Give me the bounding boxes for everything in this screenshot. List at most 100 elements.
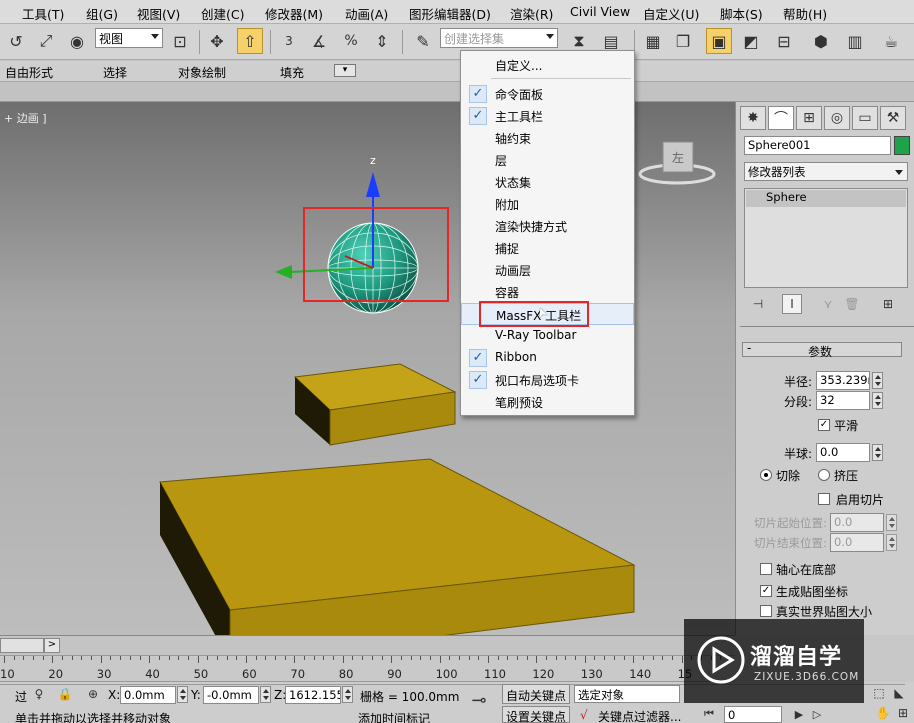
menu-tools[interactable]: 工具(T) <box>22 4 64 23</box>
tab-object-paint[interactable]: 对象绘制 <box>178 64 226 81</box>
x-spinner[interactable] <box>177 686 188 703</box>
context-menu-item[interactable]: ✓ Ribbon <box>461 347 634 369</box>
move-gizmo-icon[interactable]: ✥ <box>204 28 230 54</box>
parameters-rollout-header[interactable]: - 参数 <box>742 341 902 359</box>
y-spinner[interactable] <box>260 686 271 703</box>
radius-field[interactable]: 353.239m <box>816 371 870 390</box>
context-menu-item[interactable]: 动画层 <box>461 259 634 281</box>
orbit-icon[interactable]: ✋ <box>874 704 892 722</box>
context-menu-item[interactable]: 自定义... <box>461 54 634 76</box>
y-coord-field[interactable]: -0.0mm <box>203 686 259 704</box>
motion-tab-icon[interactable]: ◎ <box>824 106 850 130</box>
context-menu-item[interactable]: 状态集 <box>461 171 634 193</box>
slice-on-checkbox[interactable] <box>818 493 830 505</box>
ribbon-options-button[interactable]: ▾ <box>334 64 356 77</box>
make-unique-icon[interactable]: ⋎ <box>818 294 838 314</box>
material-editor-icon[interactable]: ⬢ <box>808 28 834 54</box>
slice-to-spinner[interactable] <box>886 534 897 551</box>
create-tab-icon[interactable]: ✸ <box>740 106 766 130</box>
auto-key-button[interactable]: 自动关键点 <box>502 684 570 704</box>
key-mode-toggle-icon[interactable]: ▶ <box>790 706 808 722</box>
hemisphere-spinner[interactable] <box>872 444 883 461</box>
context-menu-item[interactable]: 附加 <box>461 193 634 215</box>
reference-coord-combo[interactable]: 视图 <box>95 28 163 48</box>
key-filter-icon[interactable]: √ <box>580 708 588 722</box>
toggle-ribbon-icon[interactable]: ❐ <box>670 28 696 54</box>
percent-snap-icon[interactable]: % <box>338 28 364 54</box>
menu-animation[interactable]: 动画(A) <box>345 4 388 23</box>
menu-help[interactable]: 帮助(H) <box>783 4 827 23</box>
pivot-icon[interactable]: ⊡ <box>167 28 193 54</box>
segments-field[interactable]: 32 <box>816 391 870 410</box>
menu-group[interactable]: 组(G) <box>86 4 118 23</box>
chop-radio[interactable] <box>760 469 772 481</box>
object-color-swatch[interactable] <box>894 136 910 155</box>
key-mode-icon[interactable]: ⊸ <box>466 688 492 712</box>
configure-sets-icon[interactable]: ⊞ <box>878 294 898 314</box>
hierarchy-tab-icon[interactable]: ⊞ <box>796 106 822 130</box>
context-menu-item[interactable]: ✓ 命令面板 <box>461 83 634 105</box>
spinner-snap-icon[interactable]: ⇕ <box>369 28 395 54</box>
viewcube[interactable] <box>660 140 696 176</box>
time-config-icon[interactable]: ▷ <box>808 706 826 722</box>
next-frame-button[interactable]: > <box>44 638 60 653</box>
context-menu-item[interactable]: ✓ 视口布局选项卡 <box>461 369 634 391</box>
snap-toggle-icon[interactable]: 3 <box>276 28 302 54</box>
field-of-view-icon[interactable]: ◣ <box>890 684 908 702</box>
modify-tab-icon[interactable]: ⌒ <box>768 106 794 130</box>
context-menu-item[interactable]: 层 <box>461 149 634 171</box>
render-teapot-icon[interactable]: ☕ <box>878 28 904 54</box>
pin-stack-icon[interactable]: ⊣ <box>748 294 768 314</box>
menu-civil-view[interactable]: Civil View <box>570 4 630 19</box>
context-menu-item[interactable]: 渲染快捷方式 <box>461 215 634 237</box>
maximize-viewport-icon[interactable]: ⊞ <box>894 704 912 722</box>
select-link-icon[interactable]: ⤢ <box>33 28 59 54</box>
scene-explorer-icon[interactable]: ▣ <box>706 28 732 54</box>
x-coord-field[interactable]: 0.0mm <box>120 686 176 704</box>
key-filters-button[interactable]: 关键点过滤器... <box>598 708 681 723</box>
schematic-view-icon[interactable]: ⊟ <box>771 28 797 54</box>
segments-spinner[interactable] <box>872 392 883 409</box>
bind-spacewarp-icon[interactable]: ◉ <box>64 28 90 54</box>
layer-manager-icon[interactable]: ▦ <box>640 28 666 54</box>
curve-editor-icon[interactable]: ◩ <box>738 28 764 54</box>
zoom-extents-icon[interactable]: ⬚ <box>870 684 888 702</box>
context-menu-item[interactable]: ✓ 主工具栏 <box>461 105 634 127</box>
time-slider[interactable]: > <box>0 635 735 655</box>
context-menu-item[interactable]: 容器 <box>461 281 634 303</box>
angle-snap-icon[interactable]: ∡ <box>306 28 332 54</box>
smooth-checkbox[interactable]: ✓ <box>818 419 830 431</box>
context-menu-item[interactable]: V-Ray Toolbar <box>461 325 634 347</box>
real-world-checkbox[interactable] <box>760 605 772 617</box>
context-menu-item[interactable]: 笔刷预设 <box>461 391 634 413</box>
selected-object-combo[interactable]: 选定对象 <box>574 685 680 703</box>
set-key-button[interactable]: 设置关键点 <box>502 706 570 723</box>
time-slider-thumb[interactable] <box>0 638 44 653</box>
menu-create[interactable]: 创建(C) <box>201 4 244 23</box>
show-end-result-icon[interactable]: Ⅰ <box>782 294 802 314</box>
utilities-tab-icon[interactable]: ⚒ <box>880 106 906 130</box>
add-time-tag[interactable]: 添加时间标记 <box>358 710 430 723</box>
slice-from-field[interactable]: 0.0 <box>830 513 884 532</box>
menu-customize[interactable]: 自定义(U) <box>643 4 699 23</box>
selection-lock-icon[interactable]: ♀ <box>30 685 48 703</box>
slice-to-field[interactable]: 0.0 <box>830 533 884 552</box>
gen-mapping-checkbox[interactable]: ✓ <box>760 585 772 597</box>
menu-rendering[interactable]: 渲染(R) <box>510 4 553 23</box>
context-menu-item[interactable]: 捕捉 <box>461 237 634 259</box>
modifier-list-dropdown[interactable]: 修改器列表 <box>744 162 908 181</box>
select-move-icon[interactable]: ⇧ <box>237 28 263 54</box>
render-setup-icon[interactable]: ▥ <box>842 28 868 54</box>
tab-populate[interactable]: 填充 <box>280 64 304 81</box>
slice-from-spinner[interactable] <box>886 514 897 531</box>
padlock-icon[interactable]: 🔒 <box>56 685 74 703</box>
undo-icon[interactable]: ↺ <box>3 28 29 54</box>
hemisphere-field[interactable]: 0.0 <box>816 443 870 462</box>
current-frame-field[interactable]: 0 <box>724 706 782 723</box>
menu-scripting[interactable]: 脚本(S) <box>720 4 763 23</box>
remove-modifier-icon[interactable]: 🗑 <box>842 294 862 314</box>
menu-modifiers[interactable]: 修改器(M) <box>265 4 323 23</box>
menu-graph-editors[interactable]: 图形编辑器(D) <box>409 4 491 23</box>
track-bar[interactable]: 10203040506070809010011012013014015 <box>0 655 735 682</box>
base-pivot-checkbox[interactable] <box>760 563 772 575</box>
